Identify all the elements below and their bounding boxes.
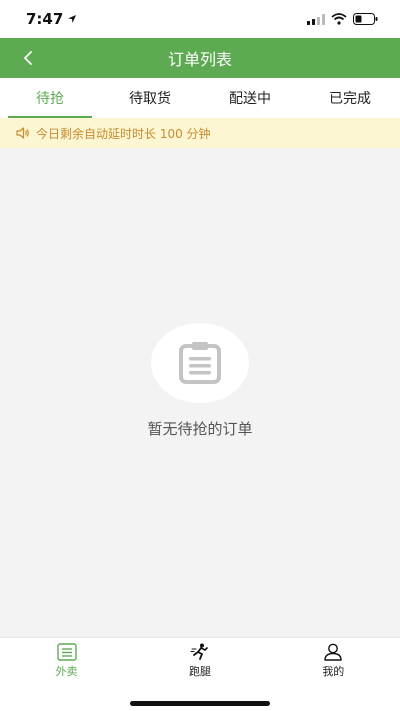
bottom-nav: 外卖 跑腿 我的 (0, 637, 400, 711)
battery-icon (353, 13, 378, 25)
status-icons (307, 13, 378, 25)
nav-item-mine[interactable]: 我的 (267, 638, 400, 684)
signal-icon (307, 13, 325, 25)
tab-pickup[interactable]: 待取货 (100, 78, 200, 118)
status-time: 7:47 (26, 10, 77, 28)
nav-item-label: 我的 (322, 665, 345, 678)
list-doc-icon (56, 643, 77, 661)
tab-delivering[interactable]: 配送中 (200, 78, 300, 118)
tab-completed[interactable]: 已完成 (300, 78, 400, 118)
notice-bar: 今日剩余自动延时时长 100 分钟 (0, 118, 400, 148)
nav-item-errand[interactable]: 跑腿 (133, 638, 266, 684)
speaker-icon (16, 127, 29, 139)
location-arrow-icon (68, 15, 77, 23)
back-button[interactable] (10, 38, 46, 78)
wifi-icon (331, 13, 347, 25)
clipboard-icon (179, 342, 221, 384)
status-bar: 7:47 (0, 0, 400, 38)
header-bar: 订单列表 (0, 38, 400, 78)
notice-text: 今日剩余自动延时时长 100 分钟 (36, 126, 211, 141)
page-title: 订单列表 (167, 50, 232, 69)
order-tabs: 待抢 待取货 配送中 已完成 (0, 78, 400, 118)
chevron-left-icon (23, 51, 32, 65)
nav-item-label: 跑腿 (188, 665, 211, 678)
empty-state-icon-circle (151, 323, 249, 403)
empty-state-text: 暂无待抢的订单 (147, 420, 253, 438)
home-indicator (130, 701, 270, 706)
nav-item-label: 外卖 (55, 665, 78, 678)
status-time-text: 7:47 (26, 10, 64, 28)
running-person-icon (190, 643, 208, 660)
tab-grab[interactable]: 待抢 (0, 78, 100, 118)
user-icon (324, 643, 343, 661)
nav-item-takeout[interactable]: 外卖 (0, 638, 133, 684)
